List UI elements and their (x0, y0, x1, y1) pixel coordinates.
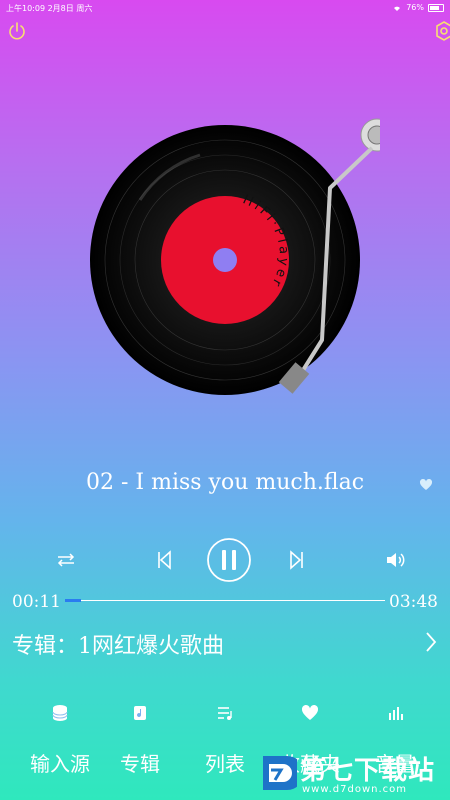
status-bar: 上午10:09 2月8日 周六 76% (0, 0, 450, 16)
progress-slider[interactable] (65, 599, 385, 602)
album-label: 专辑：1网红爆火歌曲 (12, 634, 224, 659)
battery-percent: 76% (406, 3, 424, 12)
watermark: 第七下载站 www.d7down.com (255, 746, 450, 800)
next-track-icon[interactable] (289, 550, 305, 570)
vinyl-record[interactable]: HiFi·Player (80, 110, 380, 410)
watermark-name: 第七下载站 (300, 756, 436, 786)
music-note-icon (134, 706, 146, 720)
elapsed-time: 00:11 (12, 592, 61, 612)
speaker-icon[interactable] (385, 550, 407, 570)
tab-input-source[interactable]: 输入源 (15, 700, 105, 790)
tab-label: 专辑 (120, 752, 160, 776)
chevron-right-icon (426, 632, 437, 652)
tab-album[interactable]: 专辑 (95, 700, 185, 790)
album-row[interactable]: 专辑：1网红爆火歌曲 (12, 628, 438, 659)
database-icon (52, 705, 68, 721)
tab-label: 输入源 (30, 752, 90, 776)
battery-icon (428, 3, 444, 12)
power-icon[interactable] (6, 20, 28, 42)
favorite-heart-icon[interactable] (419, 478, 433, 492)
status-indicators: 76% (392, 3, 444, 12)
watermark-url: www.d7down.com (302, 784, 408, 795)
status-time-date: 上午10:09 2月8日 周六 (6, 4, 93, 13)
heart-icon (301, 704, 319, 720)
shuffle-icon[interactable] (56, 552, 76, 568)
pause-button[interactable] (206, 537, 252, 583)
watermark-logo (263, 756, 297, 790)
settings-icon[interactable] (433, 20, 450, 42)
record-spindle-hole (213, 248, 237, 272)
song-title: 02 - I miss you much.flac (85, 470, 365, 495)
wifi-icon (394, 6, 401, 11)
total-duration: 03:48 (389, 592, 438, 612)
playlist-icon (218, 707, 232, 720)
volume-bars-icon (389, 707, 403, 720)
progress-fill (65, 599, 81, 602)
previous-track-icon[interactable] (156, 550, 172, 570)
